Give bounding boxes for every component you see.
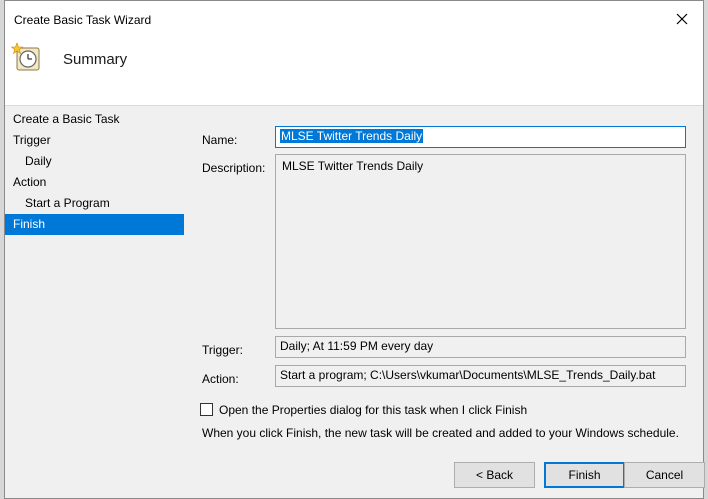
trigger-value: Daily; At 11:59 PM every day bbox=[280, 339, 434, 353]
step-create-basic-task[interactable]: Create a Basic Task bbox=[5, 109, 185, 130]
description-label: Description: bbox=[202, 161, 266, 175]
open-properties-label[interactable]: Open the Properties dialog for this task… bbox=[219, 403, 527, 417]
page-title: Summary bbox=[63, 51, 128, 68]
finish-button[interactable]: Finish bbox=[544, 462, 625, 488]
action-value: Start a program; C:\Users\vkumar\Documen… bbox=[280, 368, 656, 382]
wizard-window: Create Basic Task Wizard Summary Create … bbox=[4, 0, 705, 499]
task-scheduler-icon bbox=[11, 42, 40, 71]
back-button[interactable]: < Back bbox=[454, 462, 535, 488]
name-value: MLSE Twitter Trends Daily bbox=[280, 129, 424, 143]
step-trigger[interactable]: Trigger bbox=[5, 130, 185, 151]
info-text: When you click Finish, the new task will… bbox=[202, 426, 679, 440]
close-icon[interactable] bbox=[671, 8, 693, 30]
step-action[interactable]: Action bbox=[5, 172, 185, 193]
name-label: Name: bbox=[202, 133, 238, 147]
step-start-a-program[interactable]: Start a Program bbox=[5, 193, 185, 214]
action-label: Action: bbox=[202, 372, 239, 386]
step-finish[interactable]: Finish bbox=[5, 214, 184, 235]
name-field[interactable]: MLSE Twitter Trends Daily bbox=[275, 126, 686, 148]
trigger-field[interactable]: Daily; At 11:59 PM every day bbox=[275, 336, 686, 358]
action-field[interactable]: Start a program; C:\Users\vkumar\Documen… bbox=[275, 365, 686, 387]
cancel-button[interactable]: Cancel bbox=[624, 462, 705, 488]
description-value: MLSE Twitter Trends Daily bbox=[282, 159, 424, 173]
open-properties-checkbox[interactable] bbox=[200, 403, 213, 416]
title-bar: Create Basic Task Wizard bbox=[5, 1, 703, 39]
description-field[interactable]: MLSE Twitter Trends Daily bbox=[275, 154, 686, 329]
wizard-steps: Create a Basic Task Trigger Daily Action… bbox=[5, 109, 185, 235]
trigger-label: Trigger: bbox=[202, 343, 243, 357]
step-daily[interactable]: Daily bbox=[5, 151, 185, 172]
wizard-header: Summary bbox=[5, 39, 703, 106]
window-title: Create Basic Task Wizard bbox=[14, 13, 152, 27]
